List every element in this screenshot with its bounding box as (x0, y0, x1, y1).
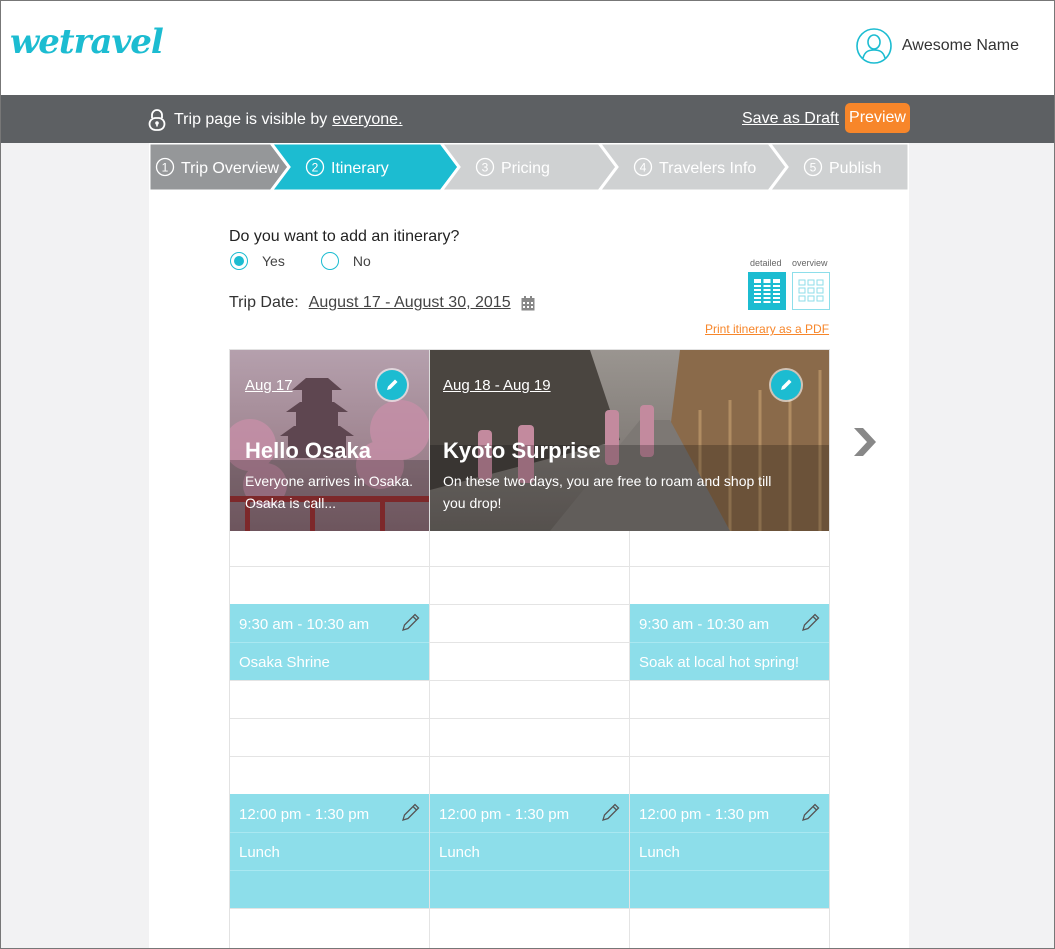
event-divider (230, 642, 429, 643)
day-description-line: you drop! (443, 495, 502, 511)
edit-pencil-icon[interactable] (800, 801, 822, 823)
visibility-info: Trip page is visible by everyone. (148, 109, 403, 131)
step-pricing[interactable]: 3 Pricing (439, 143, 619, 191)
step-number: 4 (640, 161, 647, 175)
radio-no[interactable] (320, 252, 339, 270)
day-card[interactable]: Aug 18 - Aug 19 Kyoto Surprise On these … (430, 350, 829, 531)
itinerary-radio-group: Yes No (230, 252, 407, 270)
day-description: On these two days, you are free to roam … (443, 470, 771, 514)
day-description: Everyone arrives in Osaka. Osaka is call… (245, 470, 413, 514)
event-block[interactable]: 12:00 pm - 1:30 pm Lunch (430, 794, 629, 908)
edit-pencil-icon[interactable] (600, 801, 622, 823)
event-time: 12:00 pm - 1:30 pm (639, 806, 770, 823)
visibility-text: Trip page is visible by (174, 111, 328, 128)
step-label: Publish (829, 160, 881, 177)
event-title: Soak at local hot spring! (639, 654, 800, 671)
event-block[interactable]: 12:00 pm - 1:30 pm Lunch (630, 794, 829, 908)
preview-button[interactable]: Preview (845, 103, 910, 133)
avatar-icon[interactable] (856, 28, 892, 64)
edit-pencil-icon[interactable] (400, 801, 422, 823)
itinerary-grid: Aug 17 Hello Osaka Everyone arrives in O… (229, 349, 830, 949)
event-title: Lunch (239, 844, 280, 861)
event-divider (430, 832, 629, 833)
day-title: Kyoto Surprise (443, 438, 601, 463)
trip-date: Trip Date: August 17 - August 30, 2015 (229, 294, 535, 312)
step-number: 3 (482, 161, 489, 175)
print-pdf-link[interactable]: Print itinerary as a PDF (705, 322, 829, 336)
top-bar: Trip page is visible by everyone. Save a… (0, 95, 1055, 143)
step-trip-overview[interactable]: 1 Trip Overview (149, 143, 291, 191)
header: wetravel Awesome Name (0, 0, 1055, 95)
visibility-link[interactable]: everyone. (332, 111, 402, 129)
event-divider (630, 642, 829, 643)
detailed-label: detailed (750, 258, 782, 268)
time-slot-line (230, 680, 829, 681)
calendar-icon[interactable] (521, 295, 535, 311)
itinerary-question: Do you want to add an itinerary? (229, 228, 460, 245)
logo[interactable]: wetravel (10, 22, 164, 62)
time-slot-line (230, 566, 829, 567)
step-number: 5 (810, 161, 817, 175)
event-divider (630, 870, 829, 871)
step-label: Trip Overview (181, 160, 280, 177)
edit-day-button[interactable] (377, 370, 407, 400)
step-publish[interactable]: 5 Publish (767, 143, 909, 191)
overview-view-icon[interactable] (792, 272, 830, 310)
time-slot-line (230, 718, 829, 719)
time-slot-line (230, 908, 829, 909)
event-title: Lunch (639, 844, 680, 861)
step-number: 1 (162, 161, 169, 175)
day-description-line: On these two days, you are free to roam … (443, 473, 772, 489)
event-block[interactable]: 9:30 am - 10:30 am Soak at local hot spr… (630, 604, 829, 680)
pencil-icon (781, 379, 792, 390)
event-divider (430, 870, 629, 871)
user-name[interactable]: Awesome Name (902, 37, 1019, 55)
trip-date-label: Trip Date: (229, 294, 299, 311)
event-time: 9:30 am - 10:30 am (239, 616, 370, 633)
hero-divider (429, 350, 430, 531)
event-time: 9:30 am - 10:30 am (639, 616, 770, 633)
day-date[interactable]: Aug 17 (245, 377, 293, 394)
save-draft-link[interactable]: Save as Draft (742, 110, 839, 128)
step-label: Travelers Info (659, 160, 756, 177)
event-title: Osaka Shrine (239, 654, 330, 671)
day-title: Hello Osaka (245, 438, 371, 463)
step-itinerary[interactable]: 2 Itinerary (269, 143, 461, 191)
day-description-line: Everyone arrives in Osaka. (245, 473, 414, 489)
step-label: Pricing (501, 160, 550, 177)
progress-steps: 1 Trip Overview 2 Itinerary 3 Pricing 4 Travele… (149, 143, 909, 191)
lock-icon (148, 109, 166, 131)
user-menu[interactable]: Awesome Name (856, 28, 1019, 64)
event-block[interactable]: 9:30 am - 10:30 am Osaka Shrine (230, 604, 429, 680)
radio-yes-label[interactable]: Yes (262, 253, 285, 269)
event-divider (230, 870, 429, 871)
event-block[interactable]: 12:00 pm - 1:30 pm Lunch (230, 794, 429, 908)
radio-yes[interactable] (230, 252, 248, 270)
step-travelers-info[interactable]: 4 Travelers Info (597, 143, 789, 191)
event-divider (630, 832, 829, 833)
chevron-right-icon[interactable] (851, 426, 877, 458)
event-divider (230, 832, 429, 833)
time-slot-line (230, 756, 829, 757)
pencil-icon (387, 379, 398, 390)
edit-day-button[interactable] (771, 370, 801, 400)
detailed-view-icon[interactable] (748, 272, 786, 310)
radio-no-label[interactable]: No (353, 253, 371, 269)
day-date[interactable]: Aug 18 - Aug 19 (443, 377, 551, 394)
trip-date-value[interactable]: August 17 - August 30, 2015 (309, 294, 511, 312)
step-number: 2 (312, 161, 319, 175)
day-description-line: Osaka is call... (245, 495, 337, 511)
event-time: 12:00 pm - 1:30 pm (439, 806, 570, 823)
day-card[interactable]: Aug 17 Hello Osaka Everyone arrives in O… (230, 350, 430, 531)
edit-pencil-icon[interactable] (800, 611, 822, 633)
edit-pencil-icon[interactable] (400, 611, 422, 633)
step-label: Itinerary (331, 160, 389, 177)
event-title: Lunch (439, 844, 480, 861)
event-time: 12:00 pm - 1:30 pm (239, 806, 370, 823)
overview-label: overview (792, 258, 828, 268)
radio-selected-dot (234, 256, 244, 266)
